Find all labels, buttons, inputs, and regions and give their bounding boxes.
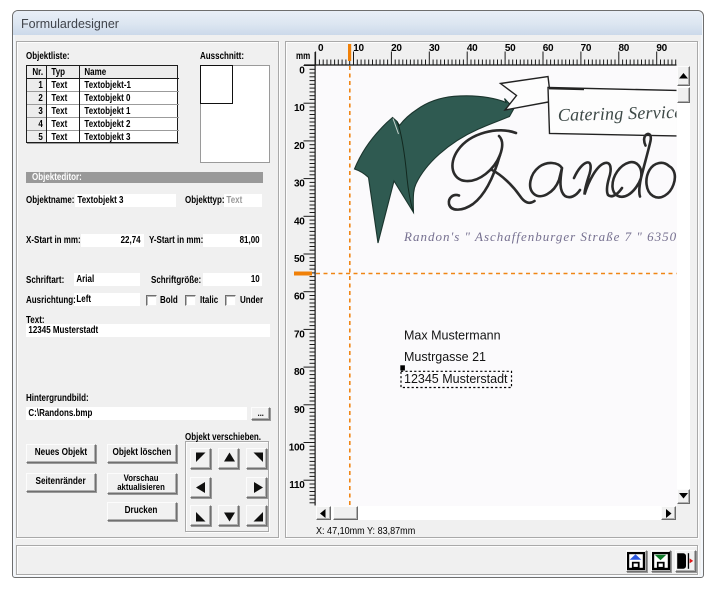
svg-text:Max Mustermann: Max Mustermann	[404, 329, 501, 343]
svg-text:30: 30	[429, 43, 440, 54]
svg-text:60: 60	[543, 43, 554, 54]
svg-text:Randon's " Aschaffenburger Str: Randon's " Aschaffenburger Straße 7 " 63…	[403, 229, 717, 244]
svg-text:80: 80	[294, 367, 305, 378]
svg-text:80: 80	[619, 43, 630, 54]
svg-text:100: 100	[289, 443, 306, 454]
svg-text:90: 90	[294, 405, 305, 416]
svg-text:70: 70	[581, 43, 592, 54]
svg-text:12345 Musterstadt: 12345 Musterstadt	[404, 372, 508, 386]
svg-text:0: 0	[318, 43, 324, 54]
svg-text:110: 110	[289, 480, 305, 491]
svg-text:50: 50	[294, 254, 305, 265]
svg-text:Catering Service: Catering Service	[558, 102, 683, 125]
svg-text:0: 0	[299, 66, 305, 77]
svg-text:20: 20	[294, 141, 305, 152]
svg-text:60: 60	[294, 292, 305, 303]
svg-text:Mustrgasse 21: Mustrgasse 21	[404, 350, 486, 364]
svg-text:40: 40	[467, 43, 478, 54]
svg-text:40: 40	[294, 216, 305, 227]
svg-text:20: 20	[391, 43, 402, 54]
svg-text:70: 70	[294, 329, 305, 340]
svg-text:10: 10	[294, 103, 305, 114]
svg-text:90: 90	[656, 43, 667, 54]
svg-text:50: 50	[505, 43, 516, 54]
svg-text:30: 30	[294, 179, 305, 190]
svg-text:10: 10	[353, 43, 364, 54]
